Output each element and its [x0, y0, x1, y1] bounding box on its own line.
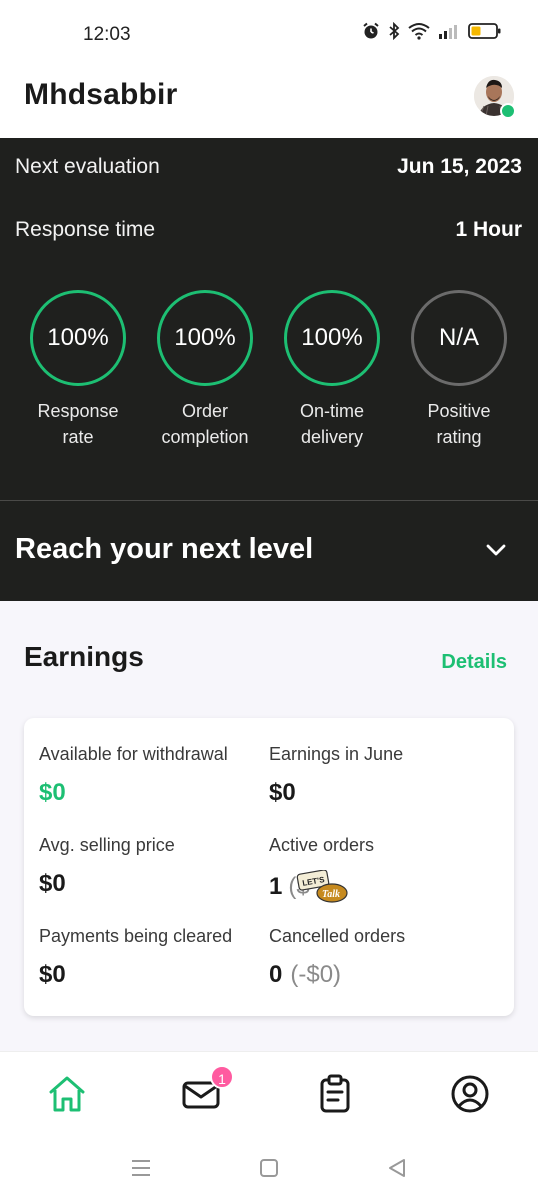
- metric-label-line: delivery: [300, 427, 364, 447]
- details-link[interactable]: Details: [441, 651, 507, 674]
- clearing-value: $0: [39, 961, 66, 988]
- earnings-title: Earnings: [24, 641, 144, 672]
- earnings-in-june: Earnings in June $0: [269, 744, 403, 807]
- menu-icon[interactable]: [130, 1157, 152, 1179]
- sticker-line2: Talk: [322, 889, 340, 900]
- back-icon[interactable]: [386, 1157, 408, 1179]
- alarm-icon: [363, 22, 379, 39]
- status-bar: 12:03: [0, 0, 538, 66]
- bottom-nav: 1: [0, 1051, 538, 1141]
- battery-icon: [468, 23, 501, 39]
- june-label: Earnings in June: [269, 744, 404, 764]
- cancelled-orders: Cancelled orders 0 (-$0): [269, 926, 405, 989]
- response-rate-ring: 100%: [30, 290, 126, 386]
- response-time-value: 1 Hour: [455, 218, 522, 241]
- evaluation-panel: Next evaluation Jun 15, 2023 Response ti…: [0, 138, 538, 601]
- wifi-icon: [408, 23, 430, 40]
- metric-response-rate: 100% Response rate: [23, 290, 133, 450]
- next-evaluation-label: Next evaluation: [15, 155, 160, 178]
- june-value: $0: [269, 779, 296, 806]
- metric-label-line: rate: [62, 427, 94, 447]
- header: Mhdsabbir: [0, 66, 538, 138]
- metric-label-line: completion: [161, 427, 249, 447]
- metric-positive-rating: N/A Positive rating: [404, 290, 514, 450]
- home-square-icon[interactable]: [258, 1157, 280, 1179]
- cancelled-value-row: 0 (-$0): [269, 961, 405, 989]
- profile-icon[interactable]: [448, 1072, 492, 1116]
- panel-divider: [0, 500, 538, 501]
- status-time: 12:03: [83, 24, 131, 45]
- metric-label-line: Positive: [427, 401, 491, 421]
- username: Mhdsabbir: [24, 78, 178, 111]
- orders-icon[interactable]: [313, 1072, 357, 1116]
- available-withdrawal: Available for withdrawal $0: [39, 744, 228, 807]
- positive-rating-ring: N/A: [411, 290, 507, 386]
- bluetooth-icon: [389, 22, 400, 40]
- positive-rating-label: Positive rating: [404, 398, 514, 450]
- chevron-down-icon[interactable]: [484, 538, 508, 562]
- clearing-label: Payments being cleared: [39, 926, 233, 946]
- metric-label-line: Order: [181, 401, 228, 421]
- active-value-row: 1 ($ LET'S Talk: [269, 870, 374, 904]
- avg-selling-price: Avg. selling price $0: [39, 835, 175, 898]
- active-label: Active orders: [269, 835, 375, 855]
- order-completion-label: Order completion: [150, 398, 260, 450]
- response-time-label: Response time: [15, 218, 156, 241]
- metric-label-line: On-time: [299, 401, 364, 421]
- active-orders: Active orders 1 ($ LET'S Talk: [269, 835, 374, 904]
- response-rate-label: Response rate: [23, 398, 133, 450]
- signal-icon: [439, 25, 457, 39]
- on-time-delivery-label: On-time delivery: [277, 398, 387, 450]
- next-level-title[interactable]: Reach your next level: [15, 533, 313, 566]
- available-value: $0: [39, 779, 66, 806]
- metric-on-time-delivery: 100% On-time delivery: [277, 290, 387, 450]
- earnings-card: Available for withdrawal $0 Earnings in …: [24, 718, 514, 1016]
- system-nav: [0, 1141, 538, 1200]
- cancelled-value: 0: [269, 961, 283, 988]
- lets-talk-sticker: LET'S Talk: [296, 870, 348, 903]
- home-icon[interactable]: [45, 1072, 89, 1116]
- inbox-badge: 1: [210, 1065, 234, 1089]
- available-label: Available for withdrawal: [39, 744, 228, 764]
- cancelled-suffix: (-$0): [290, 961, 342, 988]
- cancelled-label: Cancelled orders: [269, 926, 406, 946]
- avg-label: Avg. selling price: [39, 835, 175, 855]
- metric-label-line: rating: [436, 427, 482, 447]
- metric-label-line: Response: [37, 401, 119, 421]
- online-status-dot: [500, 103, 516, 119]
- active-value: 1: [269, 873, 283, 900]
- payments-being-cleared: Payments being cleared $0: [39, 926, 232, 989]
- on-time-delivery-ring: 100%: [284, 290, 380, 386]
- next-evaluation-value: Jun 15, 2023: [397, 155, 522, 178]
- status-icons: [362, 22, 502, 40]
- metric-order-completion: 100% Order completion: [150, 290, 260, 450]
- avg-value: $0: [39, 870, 66, 897]
- order-completion-ring: 100%: [157, 290, 253, 386]
- earnings-section: Earnings Details Available for withdrawa…: [0, 601, 538, 1051]
